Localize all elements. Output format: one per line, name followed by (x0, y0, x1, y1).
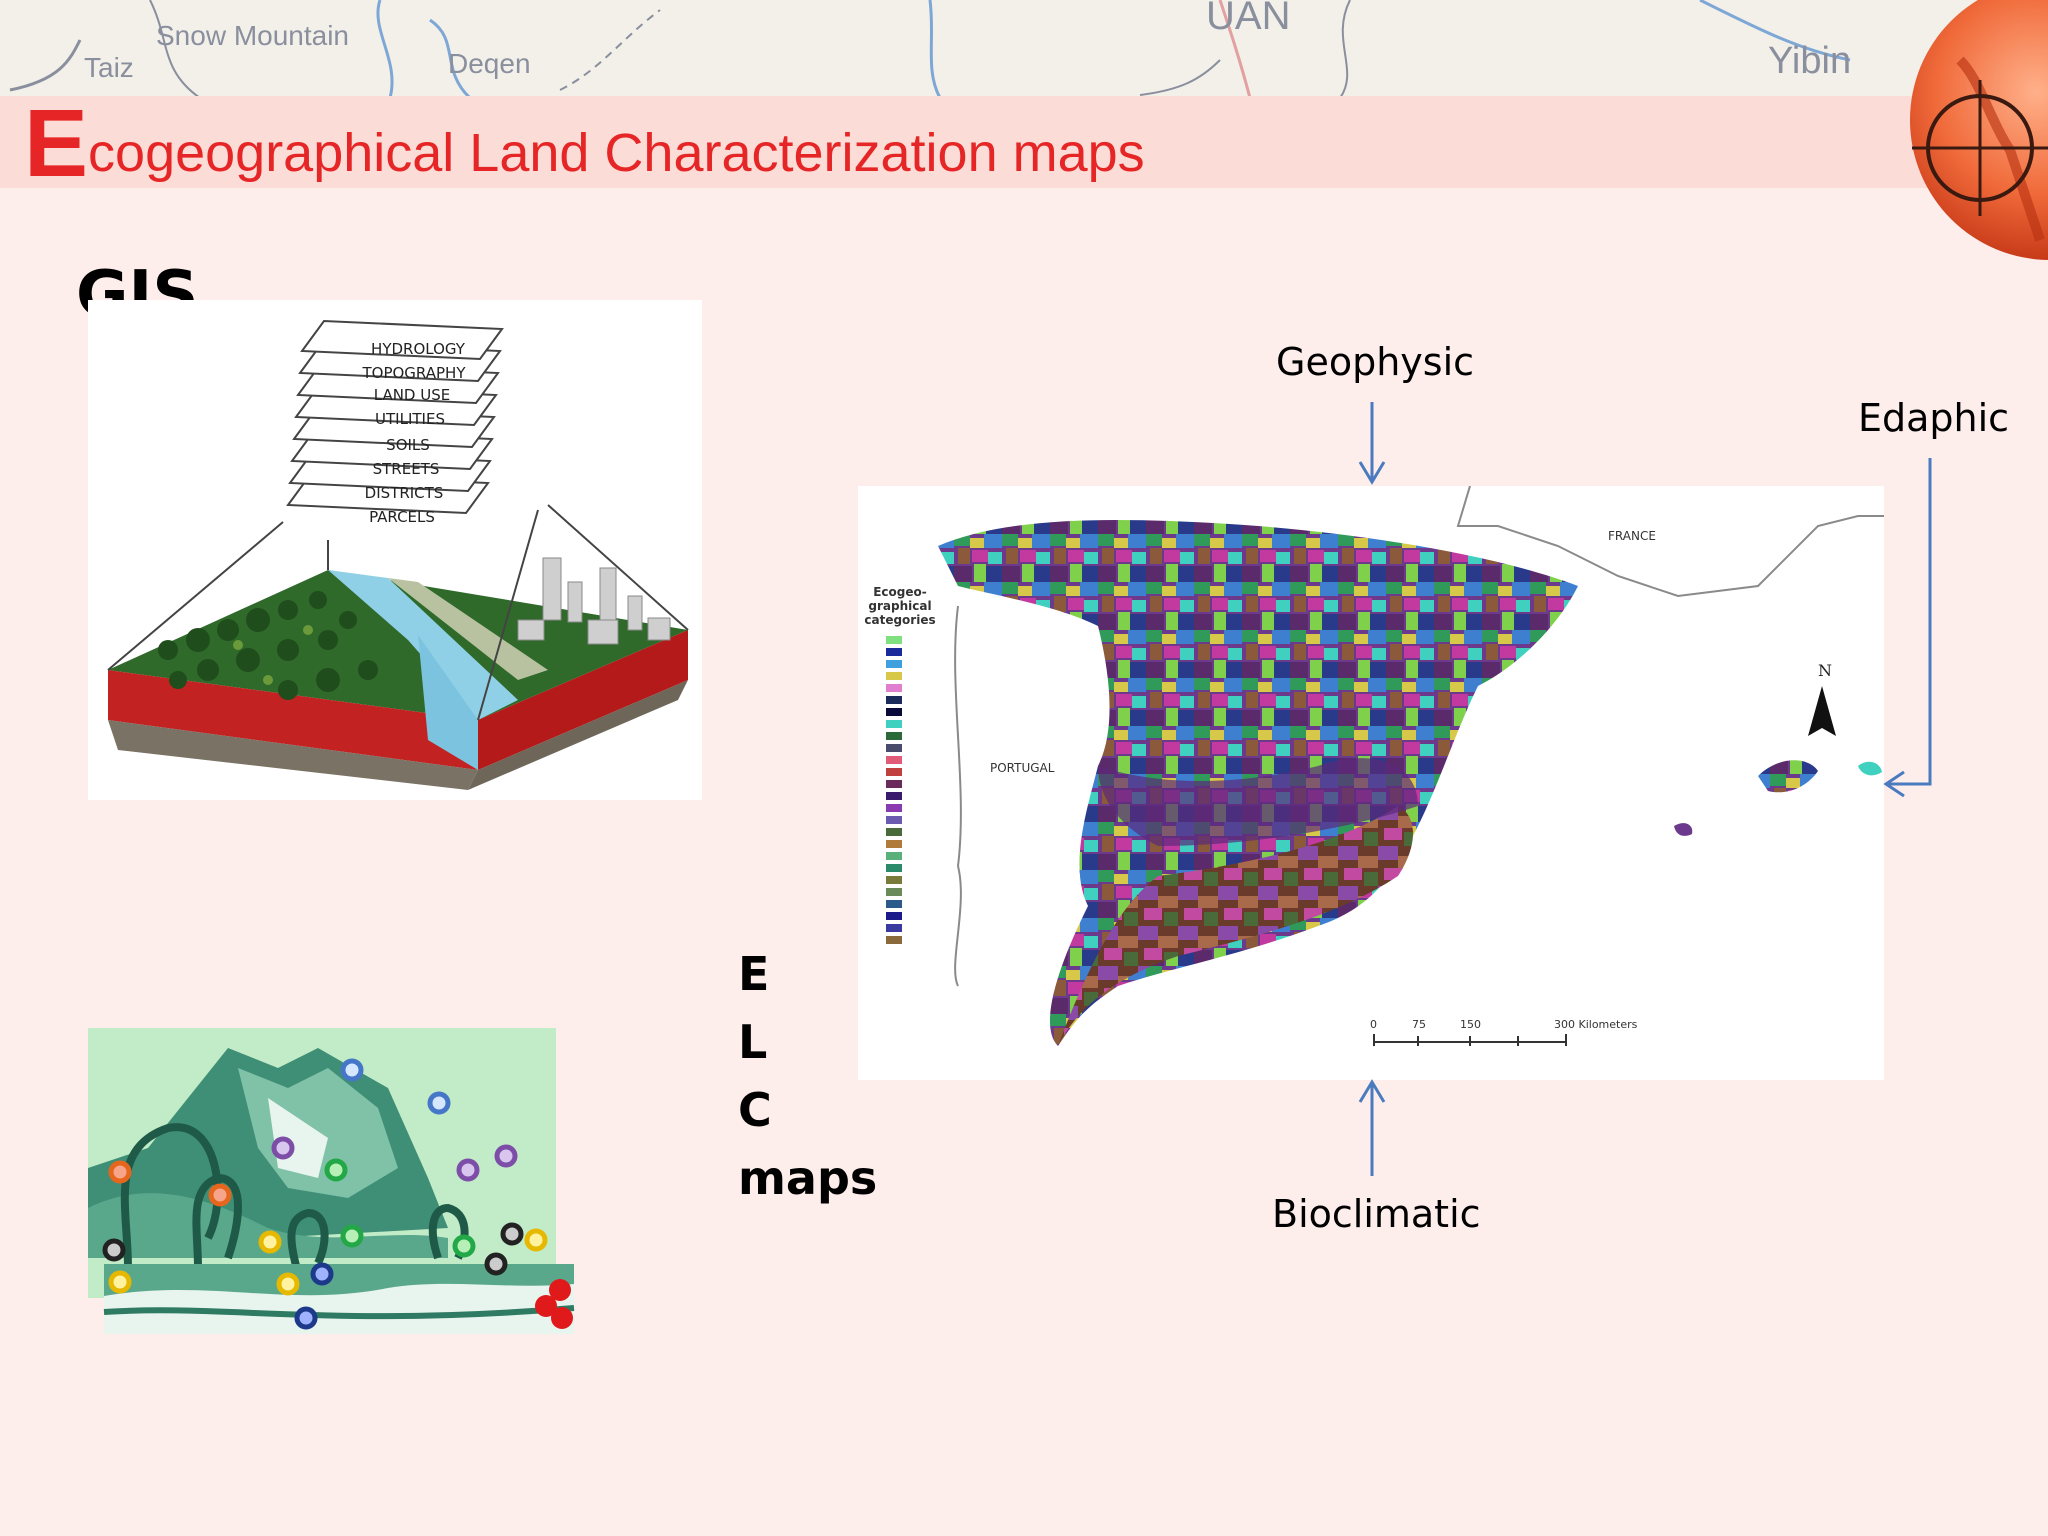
annotation-arrows (1358, 402, 1932, 1176)
slide: Taiz Snow Mountain Deqen UAN Yibin E cog… (0, 0, 2048, 1536)
edaphic-arrow (1886, 458, 1932, 786)
